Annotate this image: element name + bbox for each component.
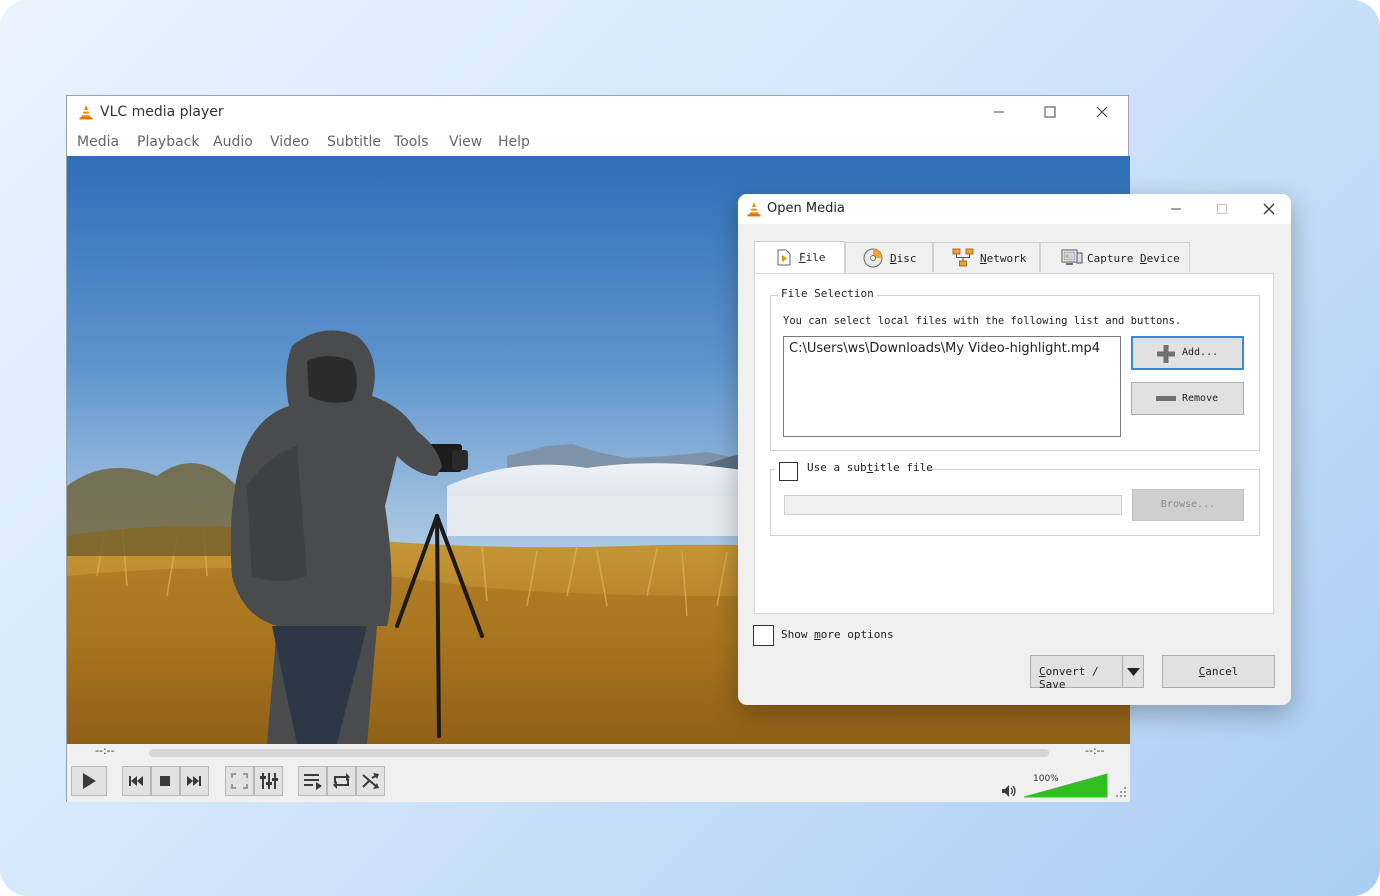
remove-button[interactable]: Remove <box>1131 382 1244 415</box>
open-media-dialog: Open Media File Disc Network Capture Dev… <box>738 194 1291 705</box>
file-selection-description: You can select local files with the foll… <box>783 315 1182 327</box>
control-bar: --:-- --:-- 100% <box>67 744 1130 802</box>
network-icon <box>952 248 974 267</box>
menu-view[interactable]: View <box>449 134 482 150</box>
dialog-title-bar: Open Media <box>738 194 1291 224</box>
subtitle-path-field <box>784 495 1122 515</box>
stop-button[interactable] <box>151 766 180 796</box>
elapsed-time: --:-- <box>95 744 115 757</box>
use-subtitle-checkbox[interactable] <box>779 462 798 481</box>
disc-icon <box>863 248 883 268</box>
desktop-background: VLC media player Media Playback Audio Vi… <box>0 0 1380 896</box>
close-icon[interactable] <box>1259 199 1279 219</box>
volume-slider[interactable] <box>1023 773 1109 799</box>
minimize-icon[interactable] <box>989 102 1009 122</box>
next-button[interactable] <box>180 766 209 796</box>
stop-icon <box>160 776 170 786</box>
extended-settings-icon <box>260 773 278 789</box>
menu-media[interactable]: Media <box>77 134 119 150</box>
next-icon <box>187 776 201 786</box>
tab-file[interactable]: File <box>754 241 845 273</box>
fullscreen-button[interactable] <box>225 766 254 796</box>
play-icon <box>83 773 96 789</box>
dropdown-arrow-icon <box>1127 668 1140 676</box>
dialog-title: Open Media <box>767 201 845 216</box>
shuffle-icon <box>362 773 379 789</box>
file-list-item[interactable]: C:\Users\ws\Downloads\My Video-highlight… <box>789 341 1100 356</box>
menu-subtitle[interactable]: Subtitle <box>327 134 381 150</box>
capture-device-icon <box>1061 249 1083 265</box>
playlist-icon <box>304 774 322 790</box>
extended-settings-button[interactable] <box>254 766 283 796</box>
fullscreen-icon <box>231 773 248 789</box>
vlc-cone-icon <box>747 202 761 217</box>
menu-audio[interactable]: Audio <box>213 134 253 150</box>
show-more-options-checkbox[interactable] <box>753 625 774 646</box>
previous-icon <box>129 776 143 786</box>
menu-help[interactable]: Help <box>498 134 530 150</box>
tab-capture-device[interactable]: Capture Device <box>1040 242 1190 272</box>
file-selection-legend: File Selection <box>778 287 877 300</box>
browse-button: Browse... <box>1132 489 1244 521</box>
maximize-icon <box>1212 199 1232 219</box>
play-button[interactable] <box>71 766 107 796</box>
resize-grip-icon[interactable] <box>1115 786 1127 798</box>
maximize-icon[interactable] <box>1040 102 1060 122</box>
convert-save-button[interactable]: Convert / Save <box>1030 655 1123 691</box>
minus-icon <box>1156 396 1176 401</box>
close-icon[interactable] <box>1092 102 1112 122</box>
convert-save-dropdown[interactable] <box>1122 655 1144 688</box>
menu-tools[interactable]: Tools <box>394 134 429 150</box>
menu-playback[interactable]: Playback <box>137 134 199 150</box>
menu-video[interactable]: Video <box>270 134 309 150</box>
vlc-cone-icon <box>79 105 93 120</box>
use-subtitle-label: Use a subtitle file <box>807 461 933 474</box>
vlc-title-bar: VLC media player <box>67 96 1128 128</box>
show-more-options-label: Show more options <box>781 628 894 641</box>
tab-network[interactable]: Network <box>933 242 1040 272</box>
file-tab-panel: File Selection You can select local file… <box>754 273 1274 614</box>
minimize-icon[interactable] <box>1166 199 1186 219</box>
vlc-window-title: VLC media player <box>100 104 224 120</box>
previous-button[interactable] <box>122 766 151 796</box>
playlist-button[interactable] <box>298 766 327 796</box>
file-icon <box>777 249 791 266</box>
plus-icon <box>1157 345 1175 363</box>
loop-icon <box>333 773 350 789</box>
loop-button[interactable] <box>327 766 356 796</box>
tab-disc[interactable]: Disc <box>845 242 933 272</box>
total-time: --:-- <box>1085 744 1105 757</box>
add-button[interactable]: Add... <box>1131 336 1244 370</box>
file-list[interactable]: C:\Users\ws\Downloads\My Video-highlight… <box>783 336 1121 437</box>
add-button-label: Add... <box>1182 347 1219 358</box>
speaker-icon[interactable] <box>1001 784 1017 798</box>
remove-button-label: Remove <box>1182 393 1219 404</box>
cancel-button[interactable]: Cancel <box>1162 655 1275 688</box>
vlc-menu-bar: Media Playback Audio Video Subtitle Tool… <box>67 130 1128 156</box>
seek-slider[interactable] <box>149 749 1049 757</box>
shuffle-button[interactable] <box>356 766 385 796</box>
